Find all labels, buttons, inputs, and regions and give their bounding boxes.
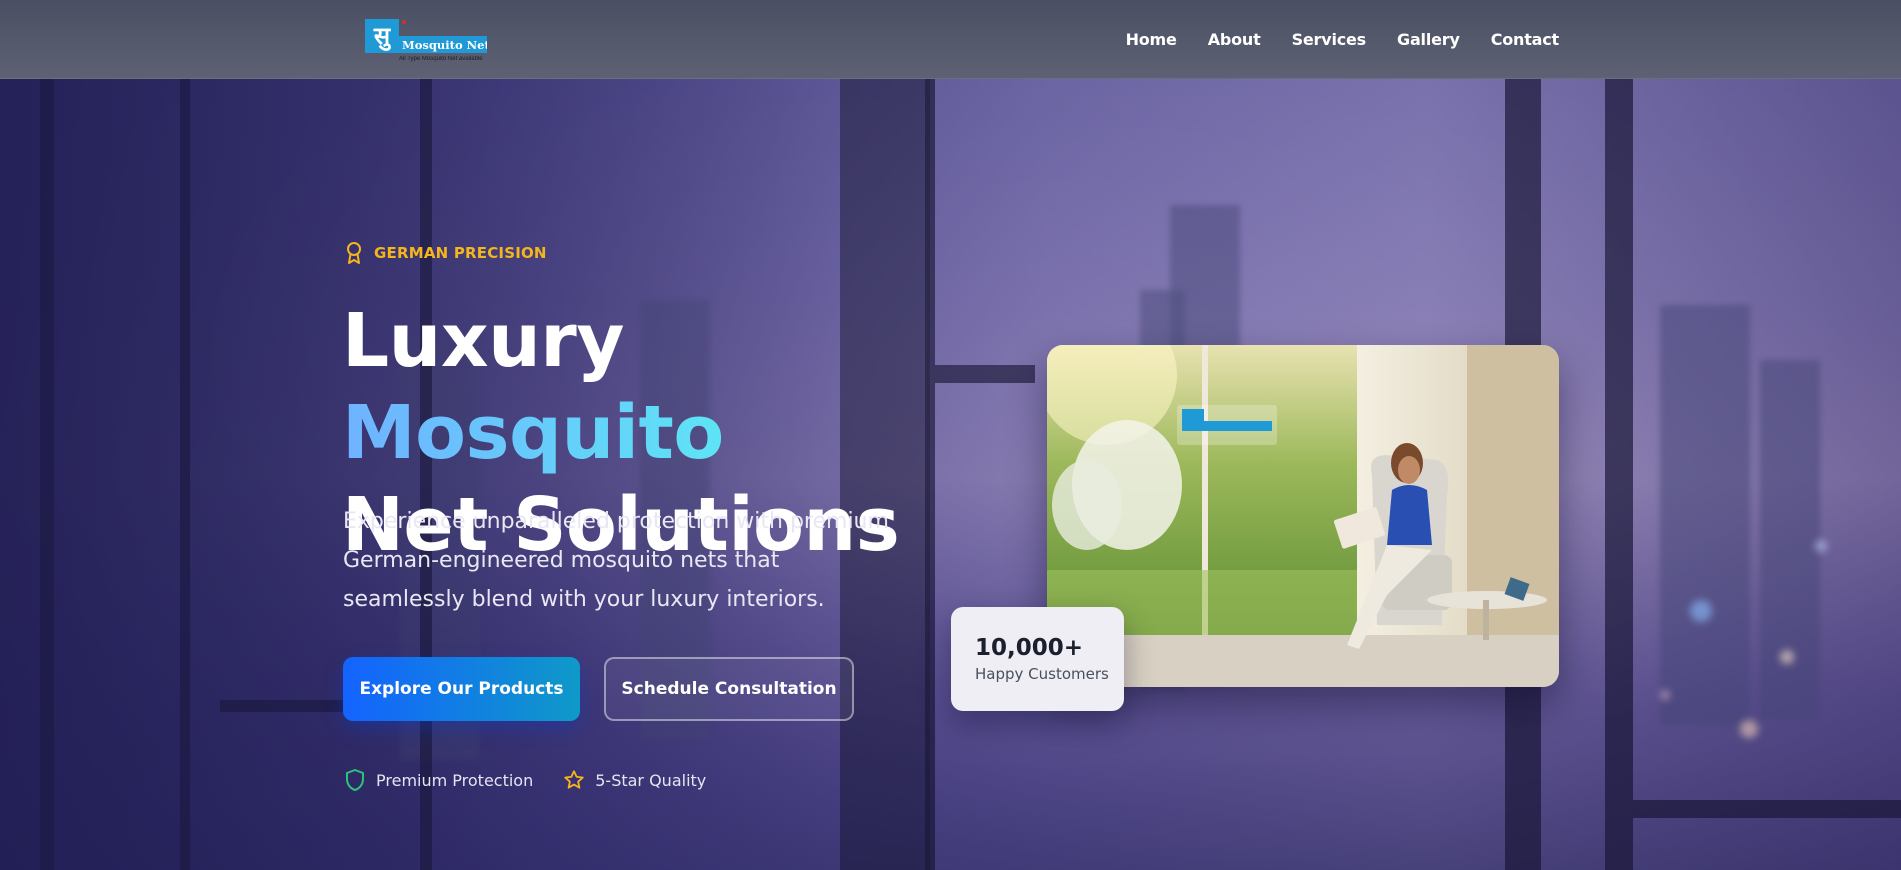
hero-badge: GERMAN PRECISION [344, 241, 547, 265]
feature-premium-protection: Premium Protection [344, 768, 533, 792]
logo-tagline: All Type Mosquito Net available [399, 56, 483, 62]
hero-features: Premium Protection 5-Star Quality [344, 768, 706, 792]
hero-badge-label: GERMAN PRECISION [374, 244, 547, 262]
explore-products-button[interactable]: Explore Our Products [343, 657, 580, 721]
star-icon [564, 770, 584, 789]
nav-gallery[interactable]: Gallery [1397, 30, 1460, 49]
headline-accent: Mosquito [342, 390, 724, 476]
nav-contact[interactable]: Contact [1491, 30, 1560, 49]
feature-label: Premium Protection [376, 770, 534, 790]
nav-about[interactable]: About [1208, 30, 1261, 49]
brand-logo[interactable]: सु Mosquito Net All Type Mosquito Net av… [365, 19, 489, 69]
headline-part1: Luxury [342, 298, 624, 384]
logo-dot [402, 20, 406, 24]
main-nav: Home About Services Gallery Contact [1095, 0, 1560, 79]
nav-home[interactable]: Home [1126, 30, 1177, 49]
feature-five-star: 5-Star Quality [563, 768, 706, 792]
award-icon [347, 242, 361, 264]
schedule-consultation-button[interactable]: Schedule Consultation [604, 657, 854, 721]
feature-label: 5-Star Quality [595, 770, 707, 790]
stat-label: Happy Customers [975, 665, 1109, 683]
nav-services[interactable]: Services [1292, 30, 1367, 49]
stat-value: 10,000+ [975, 635, 1084, 661]
happy-customers-card: 10,000+ Happy Customers [951, 607, 1124, 711]
logo-name: Mosquito Net [399, 36, 487, 53]
shield-icon [346, 769, 364, 791]
hero-lead: Experience unparalleled protection with … [343, 509, 889, 612]
site-header: सु Mosquito Net All Type Mosquito Net av… [0, 0, 1901, 79]
logo-glyph: सु [365, 19, 399, 53]
